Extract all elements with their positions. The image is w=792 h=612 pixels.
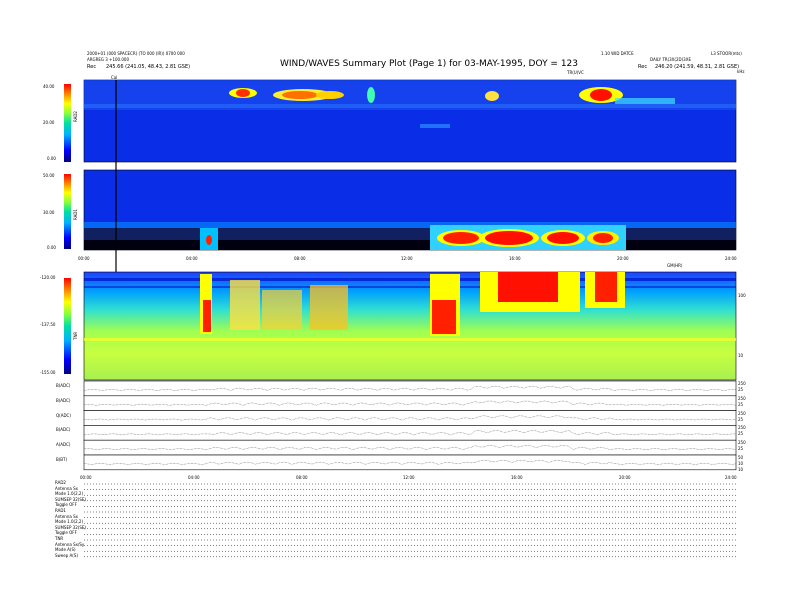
- footer-dotted-lines: [84, 483, 736, 558]
- line-panel-right-tick: 50: [738, 455, 744, 460]
- footer-line-1: Antenna Sx: [55, 485, 78, 491]
- line-panel-label-1: B(ADC): [56, 397, 71, 403]
- bottom-time-label-5: 20:00: [619, 475, 631, 480]
- bottom-time-label-4: 16:00: [511, 475, 523, 480]
- line-panel-right-tick: 25: [738, 416, 744, 422]
- footer-line-6: Antenna Sx: [55, 513, 78, 519]
- time-label-5: 20:00: [617, 256, 629, 261]
- rad1-features: [84, 222, 736, 250]
- tnr-tick-top: -120.00: [40, 275, 56, 280]
- line-panel-right-tick: 250: [738, 440, 746, 446]
- tnr-right-tick-100: 100: [738, 293, 746, 298]
- line-panel-3: [83, 425, 737, 441]
- rad1-tick-top: 50.00: [43, 173, 55, 178]
- footer-line-13: Sweep A(S): [55, 552, 78, 558]
- time-label-2: 08:00: [294, 256, 306, 261]
- rad2-tick-top: 40.00: [43, 84, 55, 89]
- line-panel-right-tick: 25: [738, 431, 744, 437]
- footer-line-4: Toggle OFF: [55, 502, 77, 508]
- footer-line-9: Toggle OFF: [55, 530, 77, 536]
- rad1-tick-mid: 30.00: [43, 210, 55, 215]
- rad1-label: RAD1: [73, 209, 78, 220]
- bottom-time-label-6: 24:00: [725, 475, 737, 480]
- line-panel-0: [83, 380, 737, 397]
- rad2-colorbar: [64, 84, 71, 162]
- bottom-time-label-0: 00:00: [80, 475, 92, 480]
- line-panel-label-3: B(ADC): [56, 427, 71, 433]
- footer-line-11: Antenna Sx/Sy: [55, 541, 85, 547]
- tnr-label: TNR: [73, 331, 78, 340]
- time-label-3: 12:00: [401, 256, 413, 261]
- time-label-6: 24:00: [725, 256, 737, 261]
- tnr-colorbar: [64, 278, 71, 374]
- line-panel-right-tick: 250: [738, 425, 746, 431]
- rad2-tick-mid: 20.00: [43, 120, 55, 125]
- bottom-time-label-2: 08:00: [296, 475, 308, 480]
- footer-line-2: Mode 1.0(2,2): [55, 491, 84, 497]
- line-panel-right-tick: 250: [738, 410, 746, 416]
- line-panel-4: [83, 439, 737, 456]
- line-panel-right-tick: 10: [738, 461, 744, 466]
- rad1-colorbar: [64, 174, 71, 249]
- line-panel-right-tick: 250: [738, 381, 746, 386]
- line-panel-1: [83, 395, 737, 411]
- line-panels: [83, 380, 737, 471]
- line-panel-right-tick: 25: [738, 387, 744, 392]
- footer-line-0: RAD2: [55, 480, 66, 485]
- time-label-0: 00:00: [78, 256, 90, 261]
- time-label-1: 04:00: [186, 256, 198, 261]
- rad2-tick-bottom: 0.00: [47, 156, 56, 161]
- footer-line-10: TNR: [55, 536, 64, 541]
- footer-line-5: RAD1: [55, 508, 66, 513]
- time-extra-label: GM(HR): [667, 263, 683, 268]
- line-panel-right-tick: 250: [738, 395, 746, 401]
- tnr-right-tick-10: 10: [738, 353, 744, 358]
- line-panel-label-5: B(BT): [56, 457, 68, 462]
- footer-line-3: SUMSEP 32(SE): [55, 496, 86, 502]
- line-panel-right-tick: 25: [738, 446, 744, 452]
- rad1-tick-bottom: 0.00: [47, 245, 56, 250]
- line-panel-label-2: Q(ADC): [56, 412, 71, 418]
- bottom-time-label-3: 12:00: [403, 475, 415, 480]
- line-panel-label-4: A(ADC): [56, 442, 71, 448]
- line-panel-2: [83, 410, 737, 426]
- line-panel-label-0: B(ADC): [56, 383, 71, 388]
- tnr-panel: [83, 271, 737, 381]
- tnr-tick-bottom: -155.00: [40, 370, 56, 375]
- line-panel-right-tick: 10: [738, 467, 744, 472]
- bottom-time-label-1: 04:00: [188, 475, 200, 480]
- tnr-tick-mid: -137.50: [40, 322, 56, 327]
- rad2-label: RAD2: [73, 111, 78, 122]
- footer-line-7: Mode 1.0(2,2): [55, 519, 84, 525]
- line-panel-right-tick: 25: [738, 401, 744, 407]
- footer-line-12: Mode A(S): [55, 547, 76, 553]
- time-label-4: 16:00: [509, 256, 521, 261]
- footer-line-8: SUMSEP 32(SE): [55, 524, 86, 530]
- summary-plot: [64, 79, 737, 558]
